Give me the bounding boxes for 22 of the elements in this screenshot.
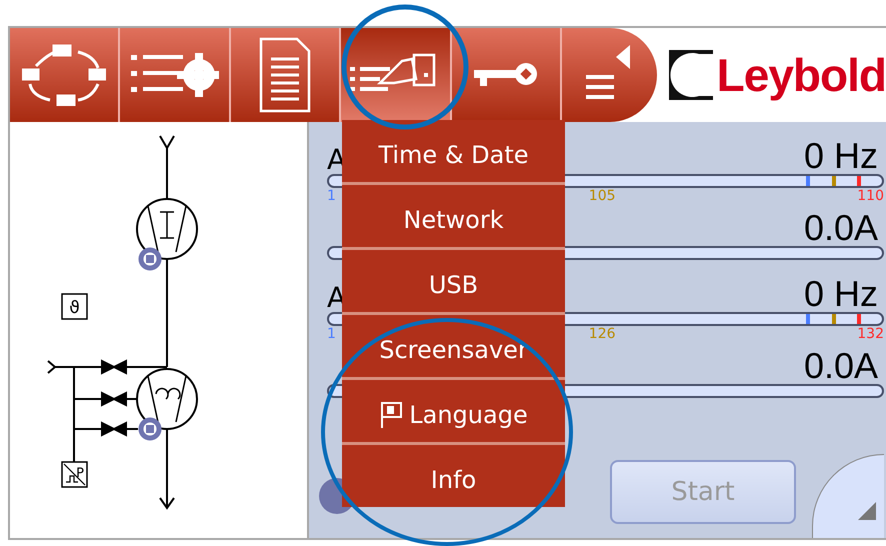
vacuum-schematic-drawing: ϑ P — [10, 122, 307, 540]
scale-value: 110 — [857, 189, 884, 203]
scale-value: 1 — [327, 327, 336, 341]
triangle-icon — [858, 502, 876, 520]
logo-icon — [668, 50, 713, 100]
toolbar-button[interactable] — [120, 28, 231, 122]
current-reading: 0.0A — [804, 210, 878, 246]
scale-value: 105 — [588, 189, 616, 203]
scale-value: 126 — [588, 327, 616, 341]
toolbar-button[interactable] — [562, 28, 657, 122]
toolbar-button[interactable] — [10, 28, 120, 122]
toolbar-button[interactable] — [341, 28, 452, 122]
current-reading: 0.0A — [804, 348, 878, 384]
toolbar-button[interactable] — [452, 28, 562, 122]
document-icon — [259, 37, 312, 113]
toolbar-button[interactable] — [230, 28, 342, 122]
frequency-reading: 0 Hz — [804, 138, 878, 174]
scale-value: 132 — [857, 327, 884, 341]
frequency-reading: 0 Hz — [804, 276, 878, 312]
scale-value: 1 — [327, 189, 336, 203]
brand-logo: Leybold — [716, 48, 886, 102]
cycle-icon — [22, 44, 106, 106]
